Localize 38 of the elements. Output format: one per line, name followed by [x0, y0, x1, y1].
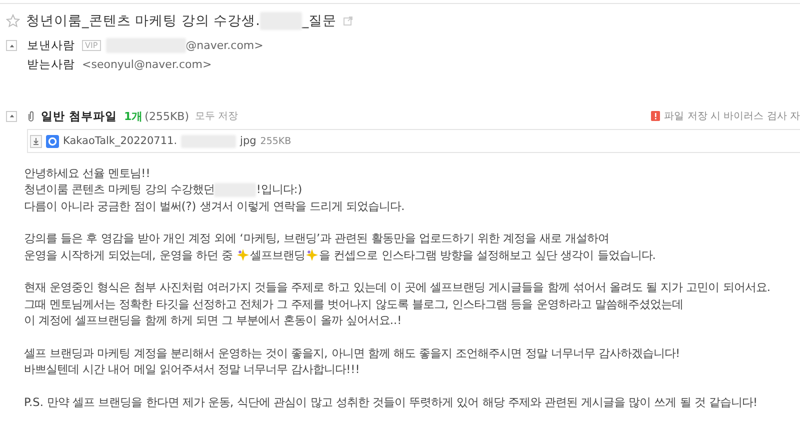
- attachment-size: (255KB): [144, 110, 190, 122]
- virus-scan-notice: 파일 저장 시 바이러스 검사 자: [664, 110, 800, 123]
- body-text: 다름이 아니라 궁금한 점이 벌써(?) 생겨서 이렇게 연락을 드리게 되었습니다.: [24, 198, 405, 214]
- sparkle-icon: [306, 249, 318, 262]
- sparkle-icon: [237, 249, 250, 262]
- body-text: 이 계정에 셀프브랜딩을 함께 하게 되면 그 부분에서 혼동이 올까 싶어서요..!: [24, 313, 402, 328]
- download-icon[interactable]: [30, 134, 42, 148]
- body-text: 그때 멘토님께서는 정확한 타깃을 선정하고 전체가 그 주제를 벗어나지 않도록 블로그, 인스타그램 등을 운영하라고 말씀해주셨었는데: [24, 296, 683, 312]
- sender-label: 보낸사람: [27, 38, 75, 53]
- caret-icon: [8, 113, 14, 119]
- body-text: 운영을 시작하게 되었는데, 운영을 하던 중: [24, 248, 234, 263]
- warning-icon: [651, 111, 660, 121]
- body-text: 안녕하세요 선율 멘토님!!: [24, 166, 150, 181]
- body-text: 을 컨셉으로 인스타그램 방향을 설정해보고 싶단 생각이 들었습니다.: [319, 248, 656, 263]
- image-file-icon: [46, 134, 59, 148]
- star-icon[interactable]: [6, 14, 20, 28]
- attachment-count: 1개: [124, 108, 143, 124]
- recipient-address: <seonyul@naver.com>: [82, 58, 212, 71]
- body-text: 청년이룸 콘텐츠 마케팅 강의 수강했던: [24, 182, 214, 198]
- sender-address: @naver.com>: [186, 39, 264, 52]
- attachment-label: 일반 첨부파일: [41, 108, 118, 124]
- collapse-toggle[interactable]: [6, 40, 17, 51]
- body-text: 셀프브랜딩: [250, 248, 306, 263]
- body-text: 강의를 들은 후 영감을 받아 개인 계정 외에 ‘마케팅, 브랜딩’과 관련된 활동만을 업로드하기 위한 계정을 새로 개설하여: [24, 231, 610, 246]
- file-name[interactable]: KakaoTalk_20220711.: [63, 135, 178, 147]
- file-name[interactable]: jpg: [240, 135, 256, 147]
- caret-icon: [8, 42, 14, 48]
- body-text: 셀프 브랜딩과 마케팅 계정을 분리해서 운영하는 것이 좋을지, 아니면 함께 해도 좋을지 조언해주시면 정말 너무너무 감사하겠습니다!: [24, 346, 680, 361]
- recipient-label: 받는사람: [27, 57, 75, 72]
- email-subject: 청년이룸_콘텐츠 마케팅 강의 수강생. _질문: [26, 12, 337, 30]
- body-text: !입니다:): [256, 182, 302, 198]
- paperclip-icon: [27, 110, 35, 122]
- body-text: 현재 운영중인 형식은 첨부 사진처럼 여러가지 것들을 주제로 하고 있는데 이 곳에 셀프브랜딩 게시글들을 함께 섞어서 올려도 될 지가 고민이 되어서요.: [24, 280, 770, 296]
- file-size: 255KB: [260, 136, 292, 146]
- body-text: P.S. 만약 셀프 브랜딩을 한다면 제가 운동, 식단에 관심이 많고 성취한 것들이 뚜렷하게 있어 해당 주제와 관련된 게시글을 많이 쓰게 될 것 같습니다!: [24, 394, 758, 410]
- vip-badge: VIP: [82, 40, 101, 51]
- body-text: 바쁘실텐데 시간 내어 메일 읽어주셔서 정말 너무너무 감사합니다!!!: [24, 362, 360, 378]
- collapse-toggle[interactable]: [6, 110, 17, 122]
